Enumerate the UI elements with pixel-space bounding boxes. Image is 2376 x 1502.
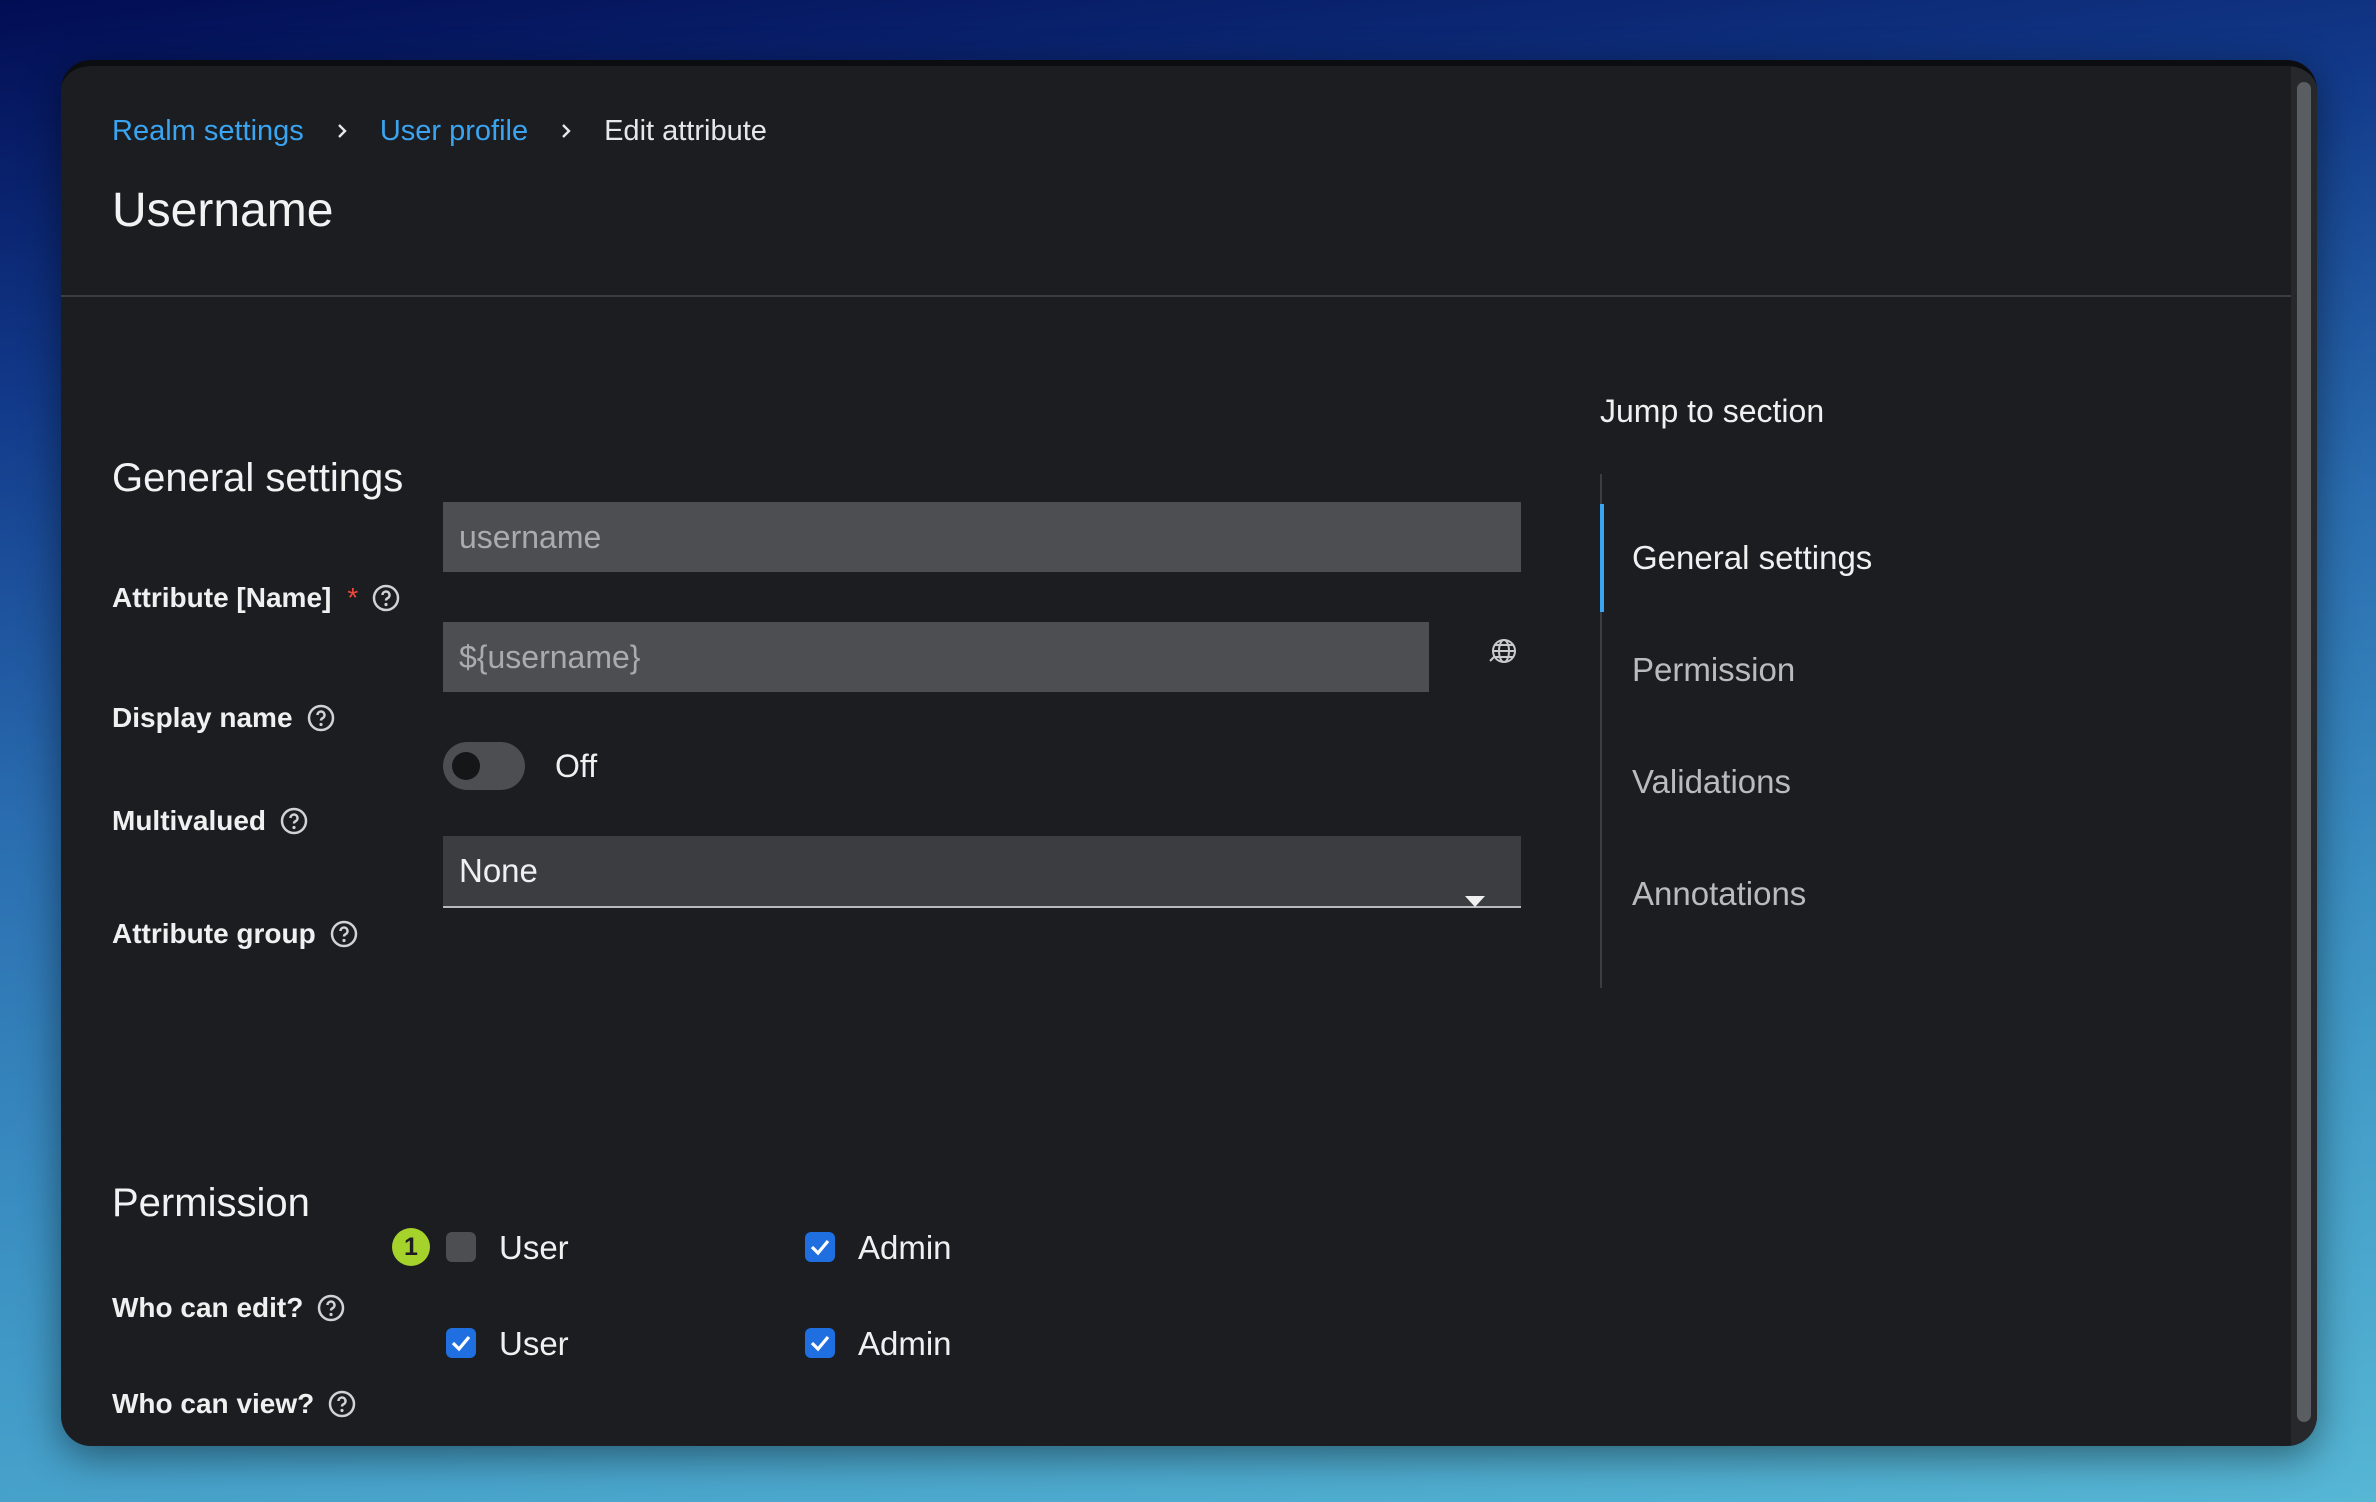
breadcrumb-user-profile[interactable]: User profile bbox=[380, 111, 528, 151]
chevron-right-icon bbox=[322, 111, 362, 151]
multivalued-state: Off bbox=[555, 748, 598, 784]
view-admin-checkbox[interactable] bbox=[805, 1328, 835, 1358]
view-admin-label: Admin bbox=[858, 1325, 952, 1362]
attribute-group-selected: None bbox=[459, 852, 538, 889]
view-user-checkbox[interactable] bbox=[446, 1328, 476, 1358]
help-icon[interactable] bbox=[328, 1390, 356, 1418]
display-name-field[interactable]: ${username} bbox=[443, 622, 1429, 692]
checkmark-icon bbox=[810, 1239, 830, 1256]
active-indicator bbox=[1600, 504, 1604, 612]
attribute-group-label: Attribute group bbox=[112, 916, 358, 952]
attribute-group-select[interactable]: None bbox=[443, 836, 1521, 908]
app-window: Realm settings User profile Edit attribu… bbox=[61, 60, 2317, 1446]
edit-user-checkbox[interactable] bbox=[446, 1232, 476, 1262]
help-icon[interactable] bbox=[330, 920, 358, 948]
toggle-knob bbox=[452, 752, 480, 780]
checkmark-icon bbox=[451, 1335, 471, 1352]
checkmark-icon bbox=[810, 1335, 830, 1352]
jump-to-section-nav: General settings Permission Validations … bbox=[1600, 474, 2002, 988]
chevron-right-icon bbox=[546, 111, 586, 151]
help-icon[interactable] bbox=[372, 584, 400, 612]
globe-icon[interactable] bbox=[1487, 634, 1521, 668]
caret-down-icon bbox=[1465, 862, 1485, 932]
scrollbar[interactable] bbox=[2291, 66, 2317, 1446]
edit-user-label: User bbox=[499, 1229, 569, 1266]
jump-item-validations[interactable]: Validations bbox=[1632, 762, 1791, 802]
attribute-name-field[interactable]: username bbox=[443, 502, 1521, 572]
required-marker: * bbox=[347, 582, 359, 613]
step-badge: 1 bbox=[392, 1228, 430, 1266]
multivalued-toggle[interactable] bbox=[443, 742, 525, 790]
help-icon[interactable] bbox=[307, 704, 335, 732]
help-icon[interactable] bbox=[280, 807, 308, 835]
edit-admin-label: Admin bbox=[858, 1229, 952, 1266]
breadcrumb: Realm settings User profile Edit attribu… bbox=[112, 111, 767, 151]
who-can-view-label-text: Who can view? bbox=[112, 1388, 315, 1419]
page-title: Username bbox=[112, 184, 334, 237]
jump-item-general-settings[interactable]: General settings bbox=[1632, 538, 1872, 578]
permission-title: Permission bbox=[112, 1181, 310, 1225]
edit-admin-checkbox[interactable] bbox=[805, 1232, 835, 1262]
who-can-view-label: Who can view? bbox=[112, 1386, 356, 1422]
jump-to-section-title: Jump to section bbox=[1600, 393, 1825, 429]
who-can-edit-label: Who can edit? bbox=[112, 1290, 345, 1326]
jump-item-annotations[interactable]: Annotations bbox=[1632, 874, 1806, 914]
general-settings-title: General settings bbox=[112, 456, 404, 500]
page-header: Realm settings User profile Edit attribu… bbox=[61, 66, 2291, 297]
scrollbar-thumb[interactable] bbox=[2297, 82, 2311, 1422]
jump-item-permission[interactable]: Permission bbox=[1632, 650, 1795, 690]
breadcrumb-edit-attribute: Edit attribute bbox=[604, 115, 767, 147]
display-name-label: Display name bbox=[112, 700, 335, 736]
breadcrumb-realm-settings[interactable]: Realm settings bbox=[112, 111, 304, 151]
view-user-label: User bbox=[499, 1325, 569, 1362]
multivalued-label: Multivalued bbox=[112, 803, 308, 839]
attribute-group-label-text: Attribute group bbox=[112, 918, 316, 949]
help-icon[interactable] bbox=[317, 1294, 345, 1322]
multivalued-label-text: Multivalued bbox=[112, 805, 267, 836]
display-name-label-text: Display name bbox=[112, 702, 293, 733]
who-can-edit-label-text: Who can edit? bbox=[112, 1292, 304, 1323]
attribute-name-label: Attribute [Name] * bbox=[112, 580, 400, 616]
attribute-name-label-text: Attribute [Name] bbox=[112, 582, 332, 613]
